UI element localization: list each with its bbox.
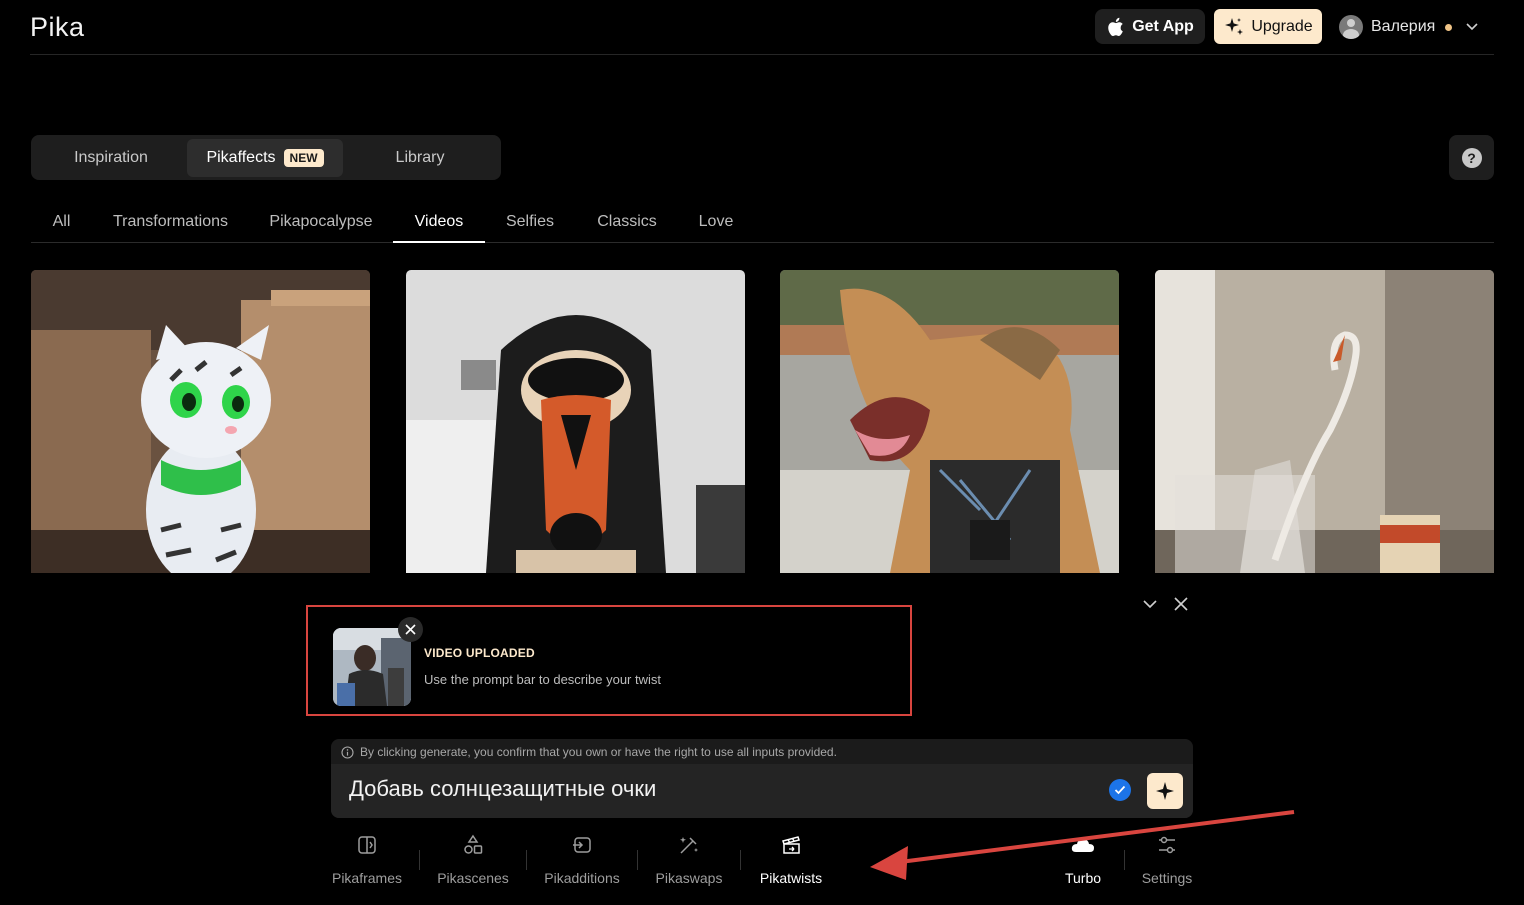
checkmark-glyph [1114, 785, 1126, 795]
sliders-icon [1159, 836, 1175, 854]
rights-notice-text: By clicking generate, you confirm that y… [360, 745, 837, 759]
category-tab-transformations[interactable]: Transformations [102, 202, 239, 242]
tool-pikascenes[interactable]: Pikascenes [437, 834, 509, 886]
category-tab-label: Videos [414, 212, 464, 230]
apple-icon [1108, 17, 1123, 36]
remove-upload-button[interactable] [398, 617, 423, 642]
upgrade-button[interactable]: Upgrade [1214, 9, 1322, 44]
toolbar-divider [1124, 850, 1125, 870]
collapse-panel-button[interactable] [1140, 594, 1160, 614]
gallery-card-dog[interactable] [780, 270, 1119, 573]
category-tab-label: All [52, 213, 71, 230]
goose-face-thumbnail [406, 270, 745, 573]
tool-label: Pikascenes [437, 870, 509, 886]
tool-label: Pikatwists [759, 870, 823, 886]
close-icon [1174, 597, 1188, 611]
toolbar-divider [740, 850, 741, 870]
tool-pikadditions[interactable]: Pikadditions [543, 834, 621, 886]
tool-pikatwists[interactable]: Pikatwists [757, 834, 825, 886]
tool-pikaframes[interactable]: Pikaframes [332, 834, 402, 886]
close-icon [405, 624, 416, 635]
tool-pikaswaps[interactable]: Pikaswaps [655, 834, 723, 886]
upgrade-label: Upgrade [1251, 17, 1313, 35]
main-tabs: Inspiration Pikaffects NEW Library [31, 135, 501, 180]
category-tab-label: Love [698, 213, 734, 230]
pika-logo[interactable]: Pika [30, 12, 85, 43]
tool-settings[interactable]: Settings [1139, 834, 1195, 886]
info-icon [341, 745, 354, 759]
add-frame-icon [573, 837, 591, 853]
uploaded-video-thumbnail [333, 628, 411, 706]
prompt-input[interactable]: Добавь солнцезащитные очки [349, 776, 1089, 802]
wand-icon [680, 837, 698, 854]
category-tab-label: Classics [597, 213, 657, 230]
category-tab-classics[interactable]: Classics [585, 202, 669, 242]
category-tab-pikapocalypse[interactable]: Pikapocalypse [259, 202, 383, 242]
tool-label: Pikaswaps [655, 870, 723, 886]
shapes-icon [464, 834, 483, 854]
generate-button[interactable] [1147, 773, 1183, 809]
tab-label: Library [395, 148, 445, 166]
sparkle-icon [1225, 17, 1244, 35]
user-name: Валерия [1371, 18, 1436, 35]
clapper-icon [782, 836, 800, 854]
chevron-down-icon [1466, 23, 1478, 31]
rights-notice: By clicking generate, you confirm that y… [341, 743, 837, 761]
avatar [1339, 15, 1363, 39]
gallery-card-cat[interactable] [31, 270, 370, 573]
toolbar-divider [526, 850, 527, 870]
video-preview [333, 628, 411, 706]
category-tab-label: Selfies [505, 213, 555, 230]
frames-icon [358, 836, 376, 854]
tab-inspiration[interactable]: Inspiration [35, 139, 187, 177]
tab-label: Inspiration [74, 148, 148, 166]
status-dot [1445, 23, 1453, 31]
help-button[interactable]: ? [1449, 135, 1494, 180]
category-tab-all[interactable]: All [31, 202, 92, 242]
check-icon[interactable] [1109, 779, 1131, 801]
header-divider [30, 54, 1494, 55]
cyborg-dog-thumbnail [780, 270, 1119, 573]
close-panel-button[interactable] [1171, 594, 1191, 614]
gallery-card-swan-straw[interactable] [1155, 270, 1494, 573]
get-app-label: Get App [1132, 17, 1194, 35]
gallery-card-goose[interactable] [406, 270, 745, 573]
cartoon-cat-thumbnail [31, 270, 370, 573]
tab-library[interactable]: Library [343, 139, 497, 177]
category-tab-selfies[interactable]: Selfies [495, 202, 565, 242]
swan-straw-thumbnail [1155, 270, 1494, 573]
tool-label: Pikaframes [331, 870, 403, 886]
new-badge: NEW [283, 148, 324, 167]
prompt-input-area: Добавь солнцезащитные очки [331, 764, 1193, 818]
tool-turbo[interactable]: Turbo [1058, 834, 1108, 886]
tab-label: Pikaffects [206, 148, 276, 166]
tool-label: Turbo [1064, 870, 1102, 886]
upload-status-title: VIDEO UPLOADED [424, 646, 535, 660]
toolbar-divider [637, 850, 638, 870]
chevron-down-icon [1143, 600, 1157, 609]
cloud-icon [1071, 839, 1094, 852]
tool-label: Pikadditions [544, 870, 620, 886]
tool-label: Settings [1141, 870, 1193, 886]
sparkle-icon [1156, 782, 1174, 800]
user-menu[interactable]: Валерия [1339, 10, 1484, 44]
category-tab-label: Transformations [113, 213, 228, 230]
get-app-button[interactable]: Get App [1095, 9, 1205, 44]
tab-pikaffects[interactable]: Pikaffects NEW [187, 138, 343, 177]
category-tab-videos[interactable]: Videos [393, 202, 485, 243]
category-tabs: All Transformations Pikapocalypse Videos… [31, 202, 1494, 243]
category-tab-love[interactable]: Love [689, 202, 743, 242]
upload-status-subtitle: Use the prompt bar to describe your twis… [424, 672, 661, 687]
category-tab-label: Pikapocalypse [269, 213, 373, 230]
prompt-bar: By clicking generate, you confirm that y… [331, 739, 1193, 818]
toolbar-divider [419, 850, 420, 870]
help-icon: ? [1461, 147, 1482, 168]
